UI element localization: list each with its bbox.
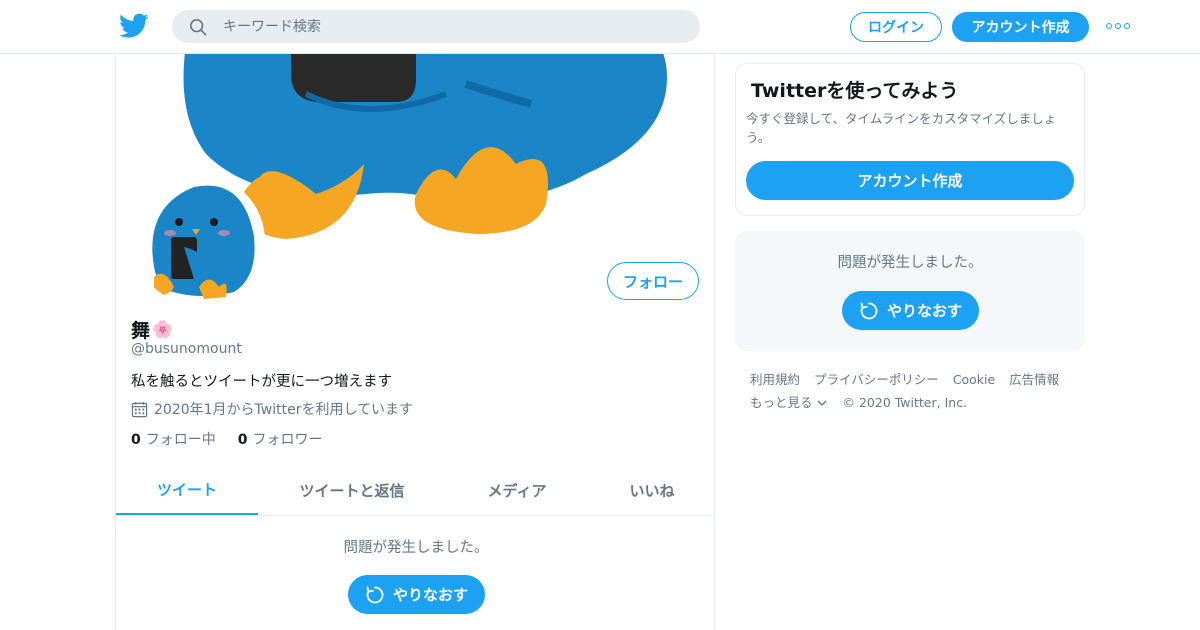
search-bar[interactable] [172, 10, 700, 43]
footer-more-link[interactable]: もっと見る [750, 395, 827, 410]
top-nav-bar: ログイン アカウント作成 [0, 0, 1200, 54]
profile-tabs: ツイート ツイートと返信 メディア いいね [116, 466, 714, 516]
refresh-icon [366, 586, 384, 603]
profile-avatar[interactable] [131, 174, 265, 308]
profile-name-text: 舞 [131, 320, 151, 342]
footer-copyright: © 2020 Twitter, Inc. [842, 395, 968, 410]
joined-date: 2020年1月からTwitterを利用しています [131, 399, 413, 419]
chevron-down-icon [817, 400, 826, 406]
search-icon [189, 18, 207, 35]
more-options-icon[interactable] [1106, 18, 1130, 34]
cherry-blossom-emoji: 🌸 [152, 319, 174, 340]
sidebar-footer: 利用規約 プライバシーポリシー Cookie 広告情報 もっと見る © 2020… [750, 368, 1080, 414]
signup-prompt-card: Twitterを使ってみよう 今すぐ登録して、タイムラインをカスタマイズしましょ… [735, 63, 1085, 216]
profile-name: 舞 🌸 [131, 316, 173, 343]
profile-handle: @busunomount [131, 341, 242, 357]
twitter-bird-icon[interactable] [119, 12, 149, 40]
tab-likes[interactable]: いいね [588, 466, 714, 515]
refresh-icon [860, 302, 878, 319]
tab-media[interactable]: メディア [446, 466, 588, 515]
login-button[interactable]: ログイン [850, 12, 942, 42]
sidebar-error-text: 問題が発生しました。 [837, 255, 983, 271]
joined-date-text: 2020年1月からTwitterを利用しています [154, 402, 414, 418]
signup-button[interactable]: アカウント作成 [952, 12, 1089, 42]
footer-link-terms[interactable]: 利用規約 [750, 372, 800, 387]
following-count[interactable]: 0 フォロー中 [131, 429, 216, 449]
sidebar-retry-button[interactable]: やりなおす [842, 291, 979, 330]
search-input[interactable] [223, 18, 663, 35]
signup-card-title: Twitterを使ってみよう [751, 80, 959, 102]
tab-tweets-and-replies[interactable]: ツイートと返信 [258, 466, 446, 515]
footer-link-ads-info[interactable]: 広告情報 [1009, 372, 1059, 387]
calendar-icon [131, 401, 148, 417]
timeline-error-text: 問題が発生しました。 [343, 540, 489, 556]
signup-card-description: 今すぐ登録して、タイムラインをカスタマイズしましょう。 [746, 111, 1057, 145]
profile-bio: 私を触るとツイートが更に一つ増えます [131, 374, 392, 390]
follow-button[interactable]: フォロー [607, 262, 699, 300]
followers-count[interactable]: 0 フォロワー [238, 429, 323, 449]
timeline-retry-button[interactable]: やりなおす [348, 575, 485, 614]
follow-counts: 0 フォロー中 0 フォロワー [131, 429, 323, 449]
footer-link-privacy[interactable]: プライバシーポリシー [814, 372, 939, 387]
footer-link-cookie[interactable]: Cookie [953, 372, 995, 387]
signup-card-button[interactable]: アカウント作成 [746, 161, 1074, 200]
sidebar-error-card: 問題が発生しました。 やりなおす [735, 231, 1085, 351]
tab-tweets[interactable]: ツイート [116, 466, 258, 515]
profile-column: フォロー 舞 🌸 @busunomount 私を触るとツイートが更に一つ増えます… [115, 54, 715, 630]
